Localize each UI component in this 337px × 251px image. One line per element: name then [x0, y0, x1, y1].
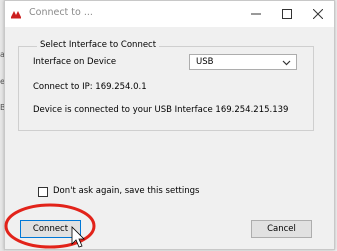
groupbox-legend: Select Interface to Connect [37, 40, 160, 50]
interface-select[interactable]: USB [189, 54, 297, 70]
close-icon [313, 9, 323, 19]
interface-label: Interface on Device [33, 57, 117, 67]
window-title: Connect to ... [29, 7, 93, 18]
minimize-icon [251, 13, 261, 15]
cancel-button[interactable]: Cancel [251, 220, 312, 238]
chevron-down-icon [282, 60, 291, 66]
connect-ip-text: Connect to IP: 169.254.0.1 [33, 82, 147, 92]
connection-status-text: Device is connected to your USB Interfac… [33, 105, 289, 115]
connect-button[interactable]: Connect [20, 220, 81, 238]
dont-ask-label[interactable]: Don't ask again, save this settings [53, 186, 199, 196]
interface-select-value: USB [196, 57, 214, 67]
connect-dialog: Connect to ... Select Interface to Conne… [4, 0, 335, 250]
dont-ask-checkbox[interactable] [38, 187, 48, 197]
app-logo-icon [11, 11, 21, 19]
close-button[interactable] [303, 1, 333, 27]
title-bar[interactable]: Connect to ... [5, 1, 334, 27]
minimize-button[interactable] [241, 1, 271, 27]
maximize-icon [282, 9, 292, 19]
maximize-button[interactable] [272, 1, 302, 27]
